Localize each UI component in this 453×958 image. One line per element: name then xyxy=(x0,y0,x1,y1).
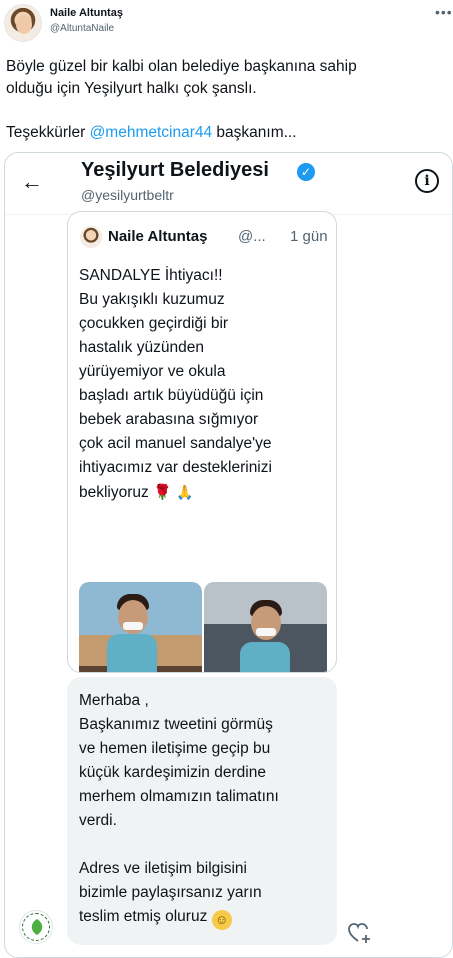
reply-line: merhem olmamızın talimatını xyxy=(79,788,279,805)
shared-tweet-line: ihtiyacımız var desteklerinizi xyxy=(79,459,272,476)
tweet-text-line: olduğu için Yeşilyurt halkı çok şanslı. xyxy=(6,80,257,97)
thanks-text: Teşekkürler xyxy=(6,124,86,141)
reply-line: bizimle paylaşırsanız yarın xyxy=(79,884,262,901)
child-photo-2[interactable] xyxy=(204,582,327,672)
reply-message-text: Merhaba , Başkanımız tweetini görmüş ve … xyxy=(79,689,335,930)
tweet-header: Naile Altuntaş @AltuntaNaile ••• xyxy=(0,0,453,50)
shared-tweet-text: SANDALYE İhtiyacı!! Bu yakışıklı kuzumuz… xyxy=(79,264,335,505)
author-name[interactable]: Naile Altuntaş xyxy=(50,7,123,19)
reply-line: teslim etmiş oluruz ☺ xyxy=(79,905,335,930)
add-reaction-icon[interactable] xyxy=(347,921,373,945)
mention-link[interactable]: @mehmetcinar44 xyxy=(90,124,213,141)
shared-tweet-last: bekliyoruz xyxy=(79,484,149,501)
shared-tweet-line: başladı artık büyüdüğü için xyxy=(79,387,264,404)
verified-badge-icon: ✓ xyxy=(297,163,315,181)
rose-emoji-icon: 🌹 xyxy=(153,484,172,501)
reply-line: küçük kardeşimizin derdine xyxy=(79,764,266,781)
shared-tweet-line: SANDALYE İhtiyacı!! xyxy=(79,267,223,284)
reply-message-bubble[interactable]: Merhaba , Başkanımız tweetini görmüş ve … xyxy=(67,677,337,945)
shared-tweet-author: Naile Altuntaş xyxy=(108,228,208,245)
tweet-text-line: Böyle güzel bir kalbi olan belediye başk… xyxy=(6,58,357,75)
tweet-text: Böyle güzel bir kalbi olan belediye başk… xyxy=(6,56,446,144)
reply-last-line: teslim etmiş oluruz xyxy=(79,908,208,925)
reply-line: Adres ve iletişim bilgisini xyxy=(79,860,247,877)
shared-tweet-time: 1 gün xyxy=(290,228,328,245)
reply-line: Merhaba , xyxy=(79,692,149,709)
shared-tweet-card[interactable]: Naile Altuntaş @... 1 gün SANDALYE İhtiy… xyxy=(67,211,337,673)
reply-line: ve hemen iletişime geçip bu xyxy=(79,740,271,757)
back-arrow-icon[interactable]: ← xyxy=(21,169,43,195)
shared-tweet-line: hastalık yüzünden xyxy=(79,339,204,356)
conversation-handle: @yesilyurtbeltr xyxy=(81,187,174,203)
shared-tweet-line: bebek arabasına sığmıyor xyxy=(79,411,259,428)
praying-hands-emoji-icon: 🙏 xyxy=(176,484,194,500)
info-icon[interactable]: i xyxy=(415,169,439,193)
shared-tweet-handle: @... xyxy=(238,228,266,245)
shared-tweet-line: Bu yakışıklı kuzumuz xyxy=(79,291,225,308)
shared-tweet-line: yürüyemiyor ve okula xyxy=(79,363,226,380)
shared-tweet-line: bekliyoruz 🌹 🙏 xyxy=(79,480,335,505)
tweet-text-end: başkanım... xyxy=(212,124,297,141)
shared-tweet-avatar xyxy=(80,226,102,248)
smiling-halo-emoji-icon: ☺ xyxy=(211,910,232,930)
tweet-text-line: Teşekkürler @mehmetcinar44 başkanım... xyxy=(6,122,446,144)
shared-tweet-line: çok acil manuel sandalye'ye xyxy=(79,435,272,452)
conversation-title: Yeşilyurt Belediyesi xyxy=(81,159,269,181)
author-handle[interactable]: @AltuntaNaile xyxy=(50,23,114,34)
author-avatar[interactable] xyxy=(4,4,42,42)
reply-line: verdi. xyxy=(79,812,117,829)
child-photo-1[interactable] xyxy=(79,582,202,672)
shared-tweet-line: çocukken geçirdiği bir xyxy=(79,315,229,332)
reply-line: Başkanımız tweetini görmüş xyxy=(79,716,273,733)
embedded-screenshot[interactable]: ← Yeşilyurt Belediyesi ✓ @yesilyurtbeltr… xyxy=(4,152,453,958)
municipality-logo-avatar[interactable] xyxy=(19,910,53,944)
more-dots-icon[interactable]: ••• xyxy=(435,4,453,20)
